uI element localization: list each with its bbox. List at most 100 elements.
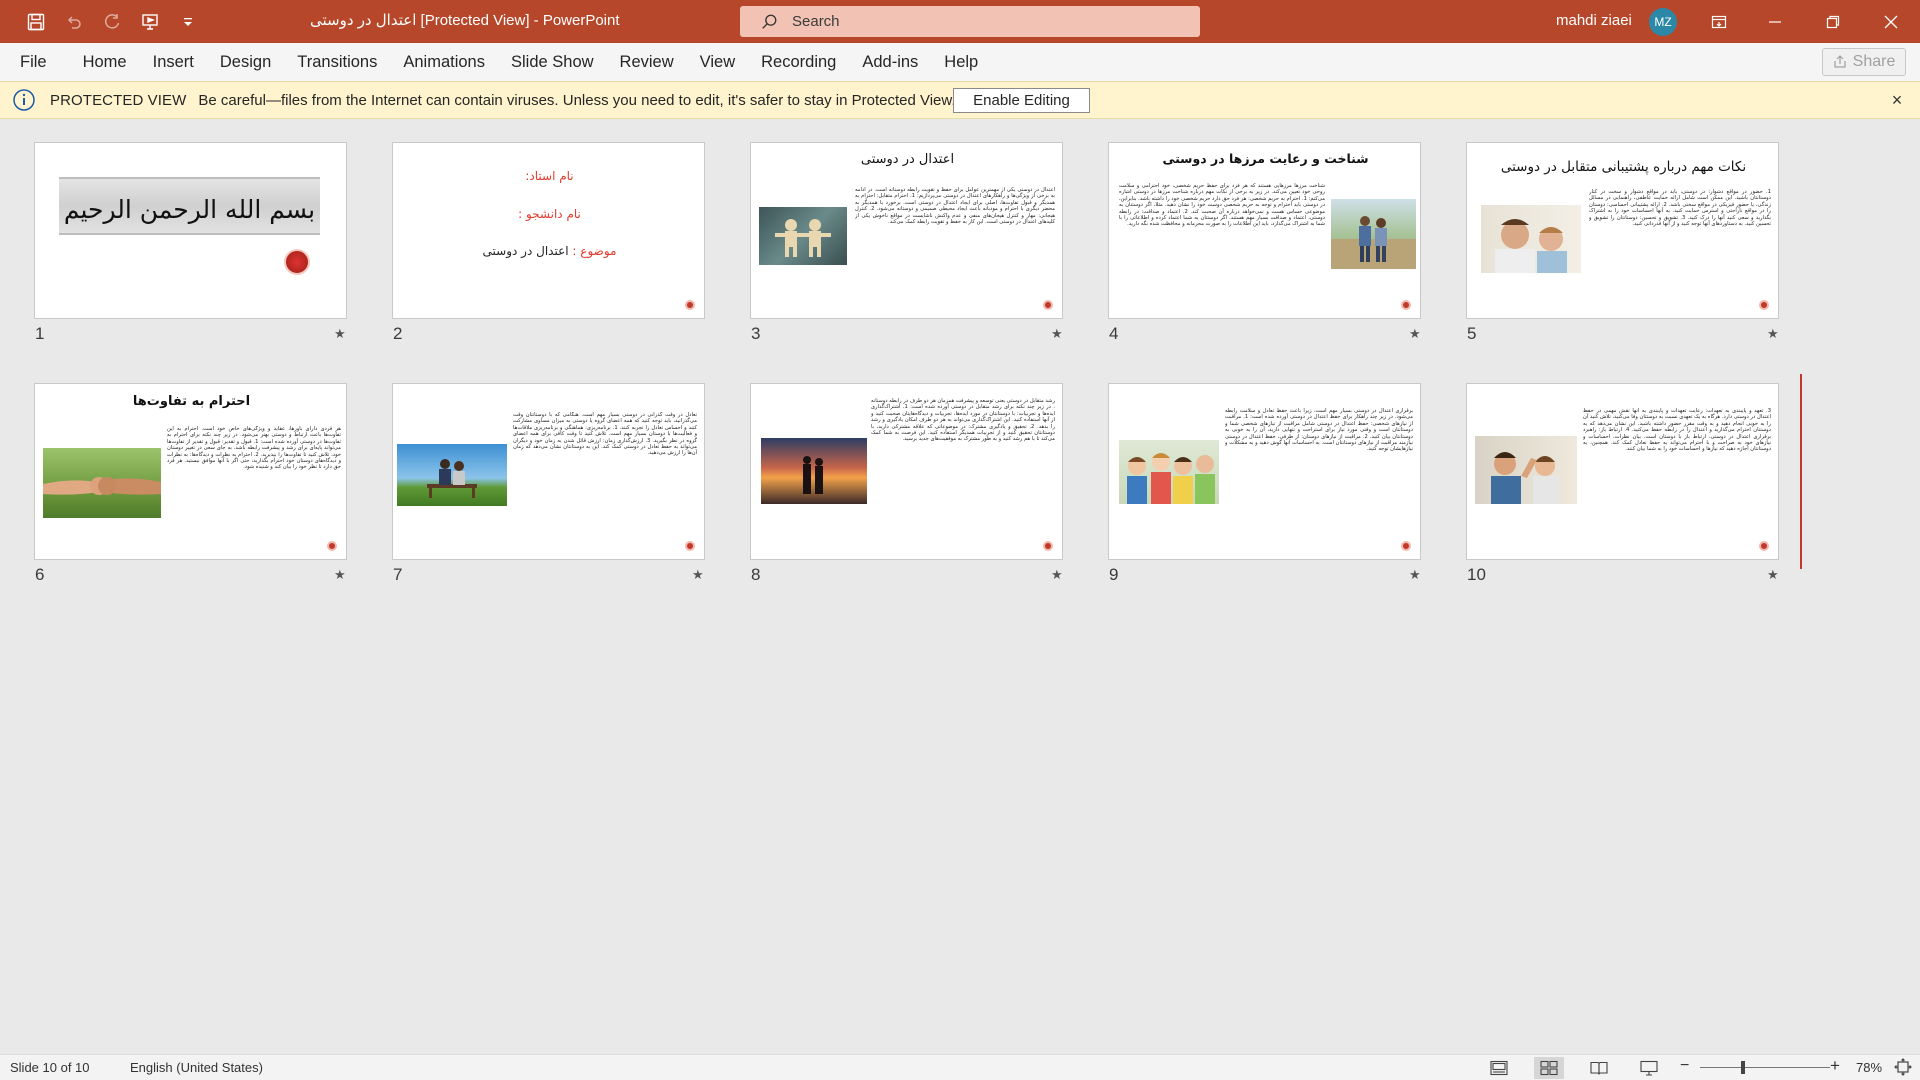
minimize-icon[interactable]: [1752, 0, 1798, 43]
tab-transitions[interactable]: Transitions: [284, 43, 390, 81]
decorative-dot: [1401, 541, 1411, 551]
zoom-slider[interactable]: [1700, 1067, 1830, 1068]
decorative-dot: [1043, 300, 1053, 310]
tab-animations[interactable]: Animations: [390, 43, 498, 81]
close-icon[interactable]: [1868, 0, 1914, 43]
decorative-dot: [1759, 541, 1769, 551]
tab-home[interactable]: Home: [70, 43, 140, 81]
slide-thumbnail[interactable]: برقراری اعتدال در دوستی بسیار مهم است، ز…: [1108, 383, 1421, 560]
slide-title: اعتدال در دوستی: [860, 152, 955, 167]
animation-star-icon: ★: [1767, 326, 1779, 341]
paper-figures-image: [759, 207, 847, 265]
tab-recording[interactable]: Recording: [748, 43, 849, 81]
tab-add-ins[interactable]: Add-ins: [849, 43, 931, 81]
ribbon-display-icon[interactable]: [1696, 0, 1742, 43]
slide-title: بسم الله الرحمن الرحیم: [63, 195, 316, 224]
share-button[interactable]: Share: [1822, 48, 1906, 76]
animation-star-icon: ★: [1051, 326, 1063, 341]
undo-icon[interactable]: [58, 6, 90, 38]
slide-thumbnail[interactable]: نام استاد: نام دانشجو : موضوع : اعتدال د…: [392, 142, 705, 319]
language-indicator[interactable]: English (United States): [130, 1060, 263, 1075]
search-placeholder: Search: [792, 13, 840, 30]
animation-star-icon: ★: [692, 567, 704, 582]
tab-help[interactable]: Help: [931, 43, 991, 81]
tab-review[interactable]: Review: [607, 43, 687, 81]
slide-number: 10: [1467, 565, 1486, 584]
slide-thumbnail[interactable]: اعتدال در دوستی اعتدال در دوستی یکی از م…: [750, 142, 1063, 319]
search-input[interactable]: Search: [740, 6, 1200, 37]
close-protected-bar-icon[interactable]: ×: [1888, 91, 1906, 109]
zoom-in-button[interactable]: +: [1830, 1056, 1840, 1076]
decorative-dot: [1043, 541, 1053, 551]
slide-thumbnail[interactable]: تعادل در وقت گذرانی در دوستی بسیار مهم ا…: [392, 383, 705, 560]
share-icon: [1834, 55, 1846, 68]
zoom-percent[interactable]: 78%: [1856, 1060, 1882, 1075]
subject-value: اعتدال در دوستی: [482, 244, 569, 258]
children-group-image: [1119, 440, 1219, 504]
zoom-slider-thumb[interactable]: [1740, 1061, 1745, 1074]
fist-bump-image: [43, 448, 161, 518]
slide-body-text: رشد متقابل در دوستی یعنی توسعه و پیشرفت …: [871, 398, 1055, 443]
animation-star-icon: ★: [1409, 567, 1421, 582]
slide-thumbnail[interactable]: رشد متقابل در دوستی یعنی توسعه و پیشرفت …: [750, 383, 1063, 560]
decorative-dot: [1401, 300, 1411, 310]
tab-slide-show[interactable]: Slide Show: [498, 43, 607, 81]
slide-number: 6: [35, 565, 45, 584]
slide-thumbnail[interactable]: شناخت و رعایت مرزها در دوستی شناخت مرزها…: [1108, 142, 1421, 319]
user-name[interactable]: mahdi ziaei: [1556, 0, 1632, 42]
instructor-label: نام استاد:: [525, 169, 574, 183]
save-icon[interactable]: [20, 6, 52, 38]
share-label: Share: [1852, 53, 1896, 70]
decorative-dot: [327, 541, 337, 551]
tab-file[interactable]: File: [0, 43, 70, 81]
subject-label: موضوع :: [572, 244, 617, 258]
slide-sorter-icon[interactable]: [1534, 1057, 1564, 1079]
slide-body-text: شناخت مرزها مرزهایی هستند که هر فرد برای…: [1119, 183, 1325, 228]
slide-count: Slide 10 of 10: [10, 1060, 90, 1075]
slide-body-text: برقراری اعتدال در دوستی بسیار مهم است، ز…: [1225, 408, 1413, 453]
slide-body-text: 3. تعهد و پایبندی به تعهدات: رعایت تعهدا…: [1583, 408, 1771, 453]
tab-insert[interactable]: Insert: [140, 43, 207, 81]
slide-body-text: تعادل در وقت گذرانی در دوستی بسیار مهم ا…: [513, 412, 697, 457]
tab-view[interactable]: View: [687, 43, 748, 81]
tab-design[interactable]: Design: [207, 43, 284, 81]
animation-star-icon: ★: [334, 326, 346, 341]
decorative-dot: [685, 541, 695, 551]
slide-title: نکات مهم درباره پشتیبانی متقابل در دوستی: [1500, 159, 1747, 175]
slide-body-text: اعتدال در دوستی یکی از مهمترین عوامل برا…: [855, 187, 1055, 226]
ribbon-tabs: File Home Insert Design Transitions Anim…: [0, 43, 1920, 81]
sunset-couple-image: [761, 438, 867, 504]
slide-number: 1: [35, 324, 45, 343]
fit-slide-icon[interactable]: [1894, 1058, 1912, 1076]
avatar[interactable]: MZ: [1649, 8, 1677, 36]
decorative-dot: [1759, 300, 1769, 310]
redo-icon[interactable]: [96, 6, 128, 38]
decorative-circle: [284, 249, 310, 275]
slide-body-text: هر فردی دارای باورها، عقاید و ویژگی‌های …: [167, 426, 341, 471]
customize-qat-icon[interactable]: [172, 6, 204, 38]
present-icon[interactable]: [134, 6, 166, 38]
slide-title: شناخت و رعایت مرزها در دوستی: [1162, 151, 1369, 166]
zoom-out-button[interactable]: −: [1680, 1057, 1689, 1075]
slide-thumbnail[interactable]: بسم الله الرحمن الرحیم: [34, 142, 347, 319]
search-icon: [762, 14, 777, 29]
slide-thumbnail-selected[interactable]: 3. تعهد و پایبندی به تعهدات: رعایت تعهدا…: [1466, 383, 1779, 560]
protected-view-message: Be careful—files from the Internet can c…: [198, 91, 956, 109]
restore-icon[interactable]: [1810, 0, 1856, 43]
student-label: نام دانشجو :: [518, 207, 581, 221]
slide-sorter: بسم الله الرحمن الرحیم 1 ★ نام استاد: نا…: [0, 119, 1920, 1054]
slide-thumbnail[interactable]: احترام به تفاوت‌ها هر فردی دارای باورها،…: [34, 383, 347, 560]
slide-number: 4: [1109, 324, 1119, 343]
document-title: اعتدال در دوستی [Protected View] - Power…: [310, 12, 620, 29]
info-icon: [13, 89, 35, 111]
slide-number: 8: [751, 565, 761, 584]
protected-view-title: PROTECTED VIEW: [50, 91, 187, 109]
slideshow-icon[interactable]: [1634, 1057, 1664, 1079]
reading-view-icon[interactable]: [1584, 1057, 1614, 1079]
normal-view-icon[interactable]: [1484, 1057, 1514, 1079]
friends-walking-image: [1331, 199, 1416, 269]
insertion-marker: [1800, 374, 1802, 569]
animation-star-icon: ★: [1767, 567, 1779, 582]
enable-editing-button[interactable]: Enable Editing: [953, 88, 1090, 113]
slide-thumbnail[interactable]: نکات مهم درباره پشتیبانی متقابل در دوستی…: [1466, 142, 1779, 319]
